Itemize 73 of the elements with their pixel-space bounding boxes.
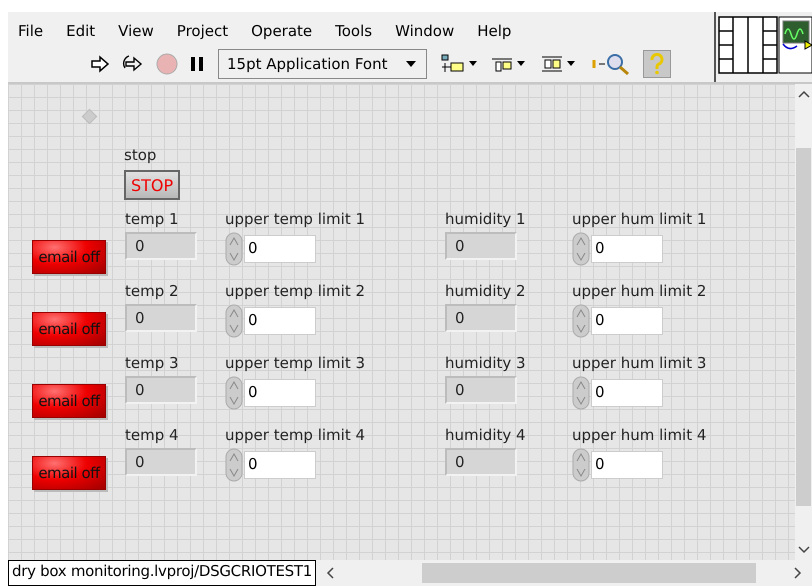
spinner-icon[interactable] xyxy=(225,232,243,266)
email-button[interactable]: email off xyxy=(32,312,106,346)
menu-item[interactable]: Operate xyxy=(251,22,312,40)
indicator-label: humidity 1 xyxy=(445,210,527,228)
numeric-control[interactable]: 0 xyxy=(591,379,663,407)
indicator-label: humidity 3 xyxy=(445,354,527,372)
numeric-control[interactable]: 0 xyxy=(244,451,316,479)
control-label: upper hum limit 1 xyxy=(572,210,708,228)
email-button[interactable]: email off xyxy=(32,384,106,418)
menu-item[interactable]: Window xyxy=(395,22,454,40)
spinner-icon[interactable] xyxy=(225,376,243,410)
vi-icon xyxy=(778,16,812,74)
vertical-scrollbar[interactable] xyxy=(795,84,812,560)
numeric-control[interactable]: 0 xyxy=(591,451,663,479)
run-arrow-icon[interactable] xyxy=(90,55,110,73)
horizontal-scrollbar[interactable] xyxy=(316,560,812,586)
indicator-label: temp 1 xyxy=(125,210,180,228)
indicator-label: temp 4 xyxy=(125,426,180,444)
menu-item[interactable]: Help xyxy=(477,22,512,40)
email-button[interactable]: email off xyxy=(32,456,106,490)
align-icon[interactable] xyxy=(440,53,478,75)
spinner-icon[interactable] xyxy=(572,304,590,338)
indicator-label: temp 3 xyxy=(125,354,180,372)
spinner-icon[interactable] xyxy=(572,376,590,410)
control-label: upper temp limit 2 xyxy=(225,282,366,300)
menu-item[interactable]: Edit xyxy=(66,22,96,40)
numeric-indicator: 0 xyxy=(125,376,197,404)
spinner-icon[interactable] xyxy=(572,448,590,482)
menu-item[interactable]: Project xyxy=(176,22,228,40)
numeric-control[interactable]: 0 xyxy=(244,379,316,407)
spinner-icon[interactable] xyxy=(572,232,590,266)
numeric-indicator: 0 xyxy=(125,232,197,260)
project-target-label: dry box monitoring.lvproj/DSGCRIOTEST1 xyxy=(8,560,316,586)
pause-icon[interactable] xyxy=(190,56,204,72)
indicator-label: humidity 4 xyxy=(445,426,527,444)
control-label: stop xyxy=(124,146,156,164)
control-label: upper temp limit 3 xyxy=(225,354,366,372)
scroll-down-icon[interactable] xyxy=(798,546,810,554)
question-icon xyxy=(648,53,664,75)
menu-item[interactable]: Tools xyxy=(335,22,372,40)
font-dropdown[interactable]: 15pt Application Font xyxy=(218,49,426,79)
run-continuously-icon[interactable] xyxy=(122,54,144,74)
numeric-indicator: 0 xyxy=(445,304,517,332)
numeric-control[interactable]: 0 xyxy=(591,307,663,335)
menu-item[interactable]: File xyxy=(18,22,44,40)
numeric-indicator: 0 xyxy=(125,448,197,476)
origin-marker xyxy=(82,108,98,124)
caret-icon xyxy=(406,61,416,67)
search-icon[interactable] xyxy=(590,52,630,76)
control-label: upper hum limit 2 xyxy=(572,282,708,300)
numeric-indicator: 0 xyxy=(125,304,197,332)
email-button[interactable]: email off xyxy=(32,240,106,274)
control-label: upper temp limit 1 xyxy=(225,210,366,228)
scroll-up-icon[interactable] xyxy=(798,90,810,98)
control-label: upper temp limit 4 xyxy=(225,426,366,444)
help-button[interactable] xyxy=(642,50,670,78)
scroll-left-icon[interactable] xyxy=(326,567,334,579)
connector-pane-icon xyxy=(718,16,778,74)
numeric-indicator: 0 xyxy=(445,376,517,404)
indicator-label: humidity 2 xyxy=(445,282,527,300)
spinner-icon[interactable] xyxy=(225,304,243,338)
menu-item[interactable]: View xyxy=(118,22,154,40)
scroll-right-icon[interactable] xyxy=(794,567,802,579)
control-label: upper hum limit 3 xyxy=(572,354,708,372)
indicator-label: temp 2 xyxy=(125,282,180,300)
numeric-control[interactable]: 0 xyxy=(591,235,663,263)
numeric-indicator: 0 xyxy=(445,232,517,260)
abort-icon[interactable] xyxy=(156,53,178,75)
spinner-icon[interactable] xyxy=(225,448,243,482)
numeric-control[interactable]: 0 xyxy=(244,307,316,335)
control-label: upper hum limit 4 xyxy=(572,426,708,444)
numeric-control[interactable]: 0 xyxy=(244,235,316,263)
numeric-indicator: 0 xyxy=(445,448,517,476)
